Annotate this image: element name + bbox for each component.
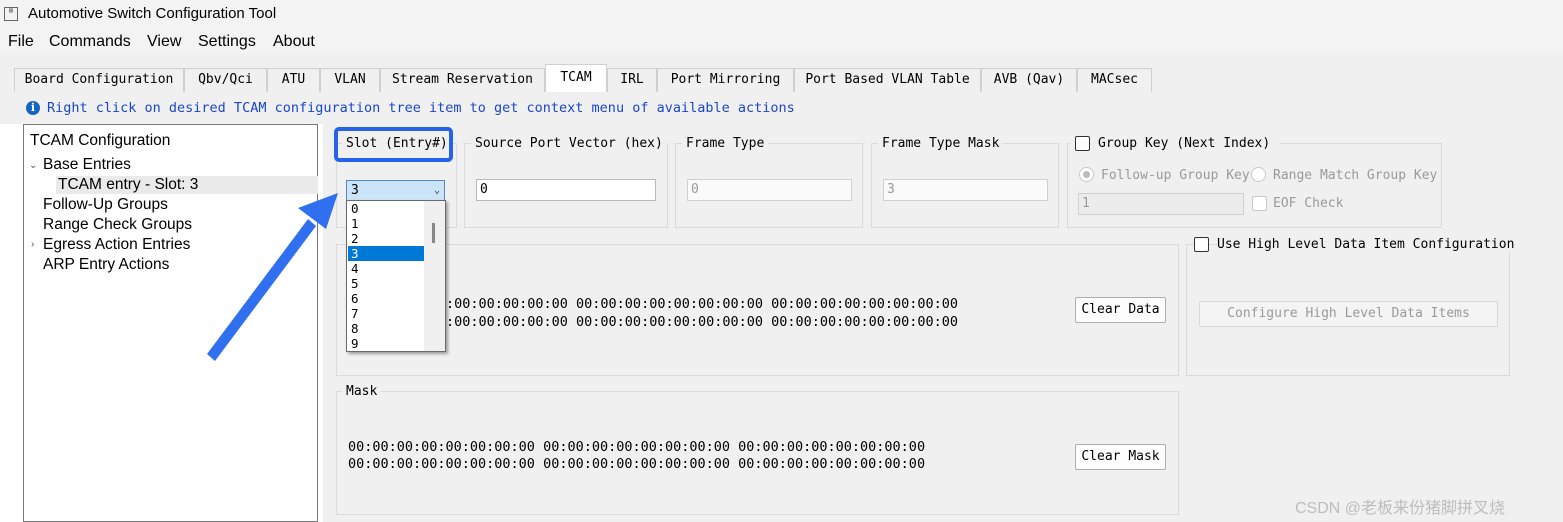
slot-option[interactable]: 5 [348, 276, 424, 291]
tree-root[interactable]: TCAM Configuration [30, 132, 170, 150]
slot-option[interactable]: 0 [348, 201, 424, 216]
slot-highlight-box [334, 127, 453, 162]
configure-high-level-button: Configure High Level Data Items [1199, 301, 1498, 327]
tree-item-egress-action-entries[interactable]: Egress Action Entries [43, 236, 190, 254]
tab-port-based-vlan-table[interactable]: Port Based VLAN Table [794, 68, 981, 92]
menu-about[interactable]: About [273, 33, 315, 51]
slot-list-scrollbar[interactable] [424, 201, 445, 351]
slot-option[interactable]: 1 [348, 216, 424, 231]
slot-value: 3 [351, 183, 359, 198]
follow-up-group-key-label: Follow-up Group Key [1101, 168, 1250, 183]
tree-item-base-entries[interactable]: Base Entries [43, 156, 131, 174]
info-text: Right click on desired TCAM configuratio… [47, 100, 795, 116]
tab-atu[interactable]: ATU [267, 68, 320, 92]
scrollbar-thumb[interactable] [432, 223, 435, 243]
chevron-down-icon[interactable]: ⌄ [434, 181, 440, 200]
slot-option[interactable]: 8 [348, 321, 424, 336]
slot-option[interactable]: 9 [348, 336, 424, 351]
tab-irl[interactable]: IRL [607, 68, 657, 92]
tab-avb-qav[interactable]: AVB (Qav) [981, 68, 1077, 92]
watermark: CSDN @老板来份猪脚拼叉烧 [1295, 500, 1506, 517]
tab-board-configuration[interactable]: Board Configuration [14, 68, 184, 92]
chevron-right-icon[interactable]: › [31, 239, 34, 250]
mask-label: Mask [342, 384, 382, 399]
slot-combobox[interactable]: 3 ⌄ [346, 180, 445, 201]
mask-hex-line-2[interactable]: 00:00:00:00:00:00:00:00 00:00:00:00:00:0… [348, 456, 925, 472]
tab-port-mirroring[interactable]: Port Mirroring [657, 68, 794, 92]
frame-type-label: Frame Type [682, 136, 769, 151]
tree-item-follow-up-groups[interactable]: Follow-Up Groups [43, 196, 168, 214]
range-match-group-key-label: Range Match Group Key [1273, 168, 1438, 183]
tree-item-range-check-groups[interactable]: Range Check Groups [43, 216, 192, 234]
group-key-checkbox[interactable] [1075, 136, 1090, 151]
slot-option[interactable]: 7 [348, 306, 424, 321]
tab-tcam[interactable]: TCAM [545, 64, 607, 93]
tree-item-arp-entry-actions[interactable]: ARP Entry Actions [43, 256, 169, 274]
info-banner: i Right click on desired TCAM configurat… [0, 92, 1563, 124]
tree-item-tcam-entry-slot[interactable]: TCAM entry - Slot: 3 [56, 176, 318, 194]
eof-check-label: EOF Check [1273, 196, 1344, 211]
menu-settings[interactable]: Settings [198, 33, 256, 51]
eof-check-checkbox [1252, 196, 1267, 211]
frame-type-input: 0 [687, 179, 852, 201]
data-hex-line-2[interactable]: :00:00:00:00:00 00:00:00:00:00:00:00:00 … [446, 314, 958, 330]
frame-type-mask-label: Frame Type Mask [878, 136, 1004, 151]
tab-stream-reservation[interactable]: Stream Reservation [380, 68, 545, 92]
group-key-group [1067, 143, 1442, 228]
group-key-label: Group Key (Next Index) [1098, 136, 1271, 151]
title-bar: ▤ Automotive Switch Configuration Tool [0, 0, 1563, 30]
window-title: Automotive Switch Configuration Tool [28, 5, 277, 22]
slot-option[interactable]: 2 [348, 231, 424, 246]
high-level-checkbox[interactable] [1194, 237, 1209, 252]
source-port-vector-label: Source Port Vector (hex) [471, 136, 667, 151]
menu-view[interactable]: View [147, 33, 181, 51]
source-port-vector-input[interactable]: 0 [476, 179, 656, 201]
tab-strip: Board Configuration Qbv/Qci ATU VLAN Str… [0, 54, 1563, 93]
tab-qbv-qci[interactable]: Qbv/Qci [184, 68, 267, 92]
slot-option[interactable]: 6 [348, 291, 424, 306]
clear-data-button[interactable]: Clear Data [1075, 297, 1166, 323]
slot-dropdown-list[interactable]: 0 1 2 3 4 5 6 7 8 9 [346, 200, 446, 352]
app-logo-icon: ▤ [4, 7, 18, 21]
data-hex-line-1[interactable]: :00:00:00:00:00 00:00:00:00:00:00:00:00 … [446, 296, 958, 312]
chevron-down-icon[interactable]: ⌄ [29, 160, 37, 171]
high-level-label: Use High Level Data Item Configuration [1217, 237, 1519, 252]
slot-option[interactable]: 4 [348, 261, 424, 276]
frame-type-mask-input: 3 [883, 179, 1048, 201]
tab-macsec[interactable]: MACsec [1077, 68, 1152, 92]
tab-vlan[interactable]: VLAN [320, 68, 380, 92]
follow-up-group-key-radio [1079, 167, 1094, 182]
tcam-config-tree[interactable]: TCAM Configuration ⌄ Base Entries TCAM e… [23, 124, 318, 522]
slot-option-selected[interactable]: 3 [348, 246, 424, 261]
clear-mask-button[interactable]: Clear Mask [1075, 444, 1166, 470]
info-icon: i [26, 101, 40, 115]
menu-file[interactable]: File [8, 33, 34, 51]
menu-bar: File Commands View Settings About [0, 30, 1563, 54]
menu-commands[interactable]: Commands [49, 33, 131, 51]
range-match-group-key-radio [1251, 167, 1266, 182]
mask-hex-line-1[interactable]: 00:00:00:00:00:00:00:00 00:00:00:00:00:0… [348, 439, 925, 455]
group-key-index-input: 1 [1078, 193, 1244, 215]
